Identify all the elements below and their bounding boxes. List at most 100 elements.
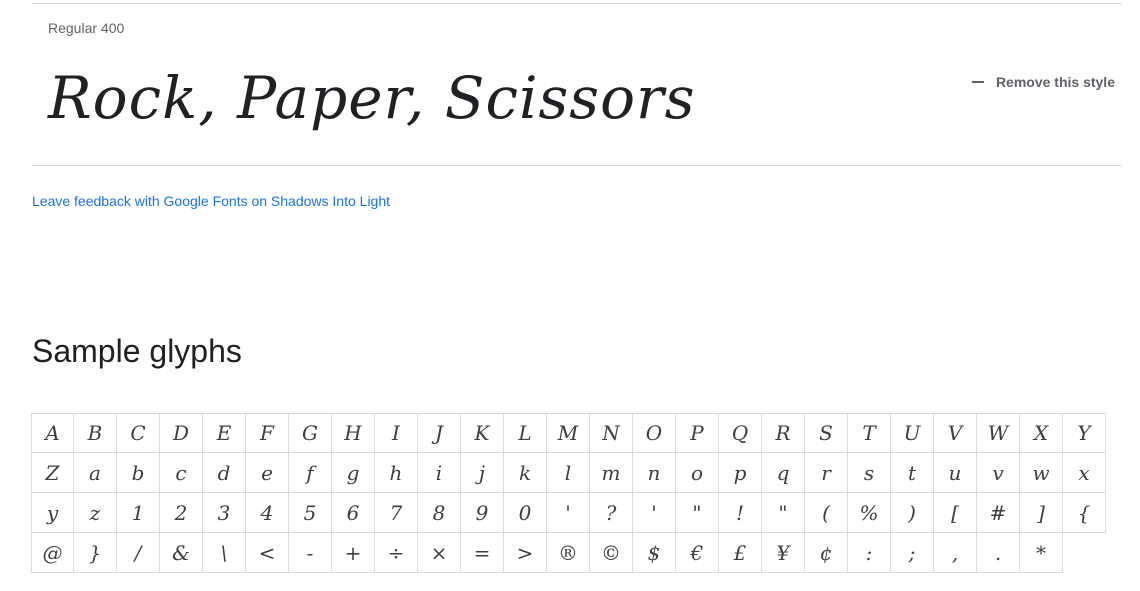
glyph-cell: L: [504, 413, 547, 453]
glyph-cell: %: [848, 493, 891, 533]
glyph-cell: Z: [31, 453, 74, 493]
glyph-cell: [: [934, 493, 977, 533]
glyph-cell: <: [246, 533, 289, 573]
glyph-cell: q: [762, 453, 805, 493]
glyph-cell: 7: [375, 493, 418, 533]
glyph-cell: ': [547, 493, 590, 533]
glyph-cell: €: [676, 533, 719, 573]
glyph-cell: Q: [719, 413, 762, 453]
glyph-cell: $: [633, 533, 676, 573]
glyph-cell: *: [1020, 533, 1063, 573]
glyph-cell: y: [31, 493, 74, 533]
glyph-cell: @: [31, 533, 74, 573]
glyph-cell: r: [805, 453, 848, 493]
glyph-cell: p: [719, 453, 762, 493]
glyph-cell: ]: [1020, 493, 1063, 533]
glyph-cell: ": [676, 493, 719, 533]
glyph-cell: N: [590, 413, 633, 453]
section-divider: [32, 165, 1122, 166]
glyph-cell: v: [977, 453, 1020, 493]
glyph-cell: U: [891, 413, 934, 453]
glyph-cell: H: [332, 413, 375, 453]
glyph-cell: /: [117, 533, 160, 573]
glyph-cell: ©: [590, 533, 633, 573]
glyph-cell: J: [418, 413, 461, 453]
glyph-cell: c: [160, 453, 203, 493]
glyph-cell: 4: [246, 493, 289, 533]
glyph-cell: T: [848, 413, 891, 453]
glyph-cell: W: [977, 413, 1020, 453]
glyph-cell: ×: [418, 533, 461, 573]
glyph-cell: F: [246, 413, 289, 453]
glyph-cell: (: [805, 493, 848, 533]
glyph-cell: g: [332, 453, 375, 493]
glyph-cell: -: [289, 533, 332, 573]
feedback-link[interactable]: Leave feedback with Google Fonts on Shad…: [32, 193, 390, 209]
glyph-cell: +: [332, 533, 375, 573]
glyph-cell: ?: [590, 493, 633, 533]
glyph-cell: l: [547, 453, 590, 493]
minus-icon: [971, 81, 984, 83]
glyph-cell: X: [1020, 413, 1063, 453]
glyph-cell: I: [375, 413, 418, 453]
glyph-cell: S: [805, 413, 848, 453]
glyph-cell: :: [848, 533, 891, 573]
glyph-cell: n: [633, 453, 676, 493]
font-style-page: Regular 400 Rock, Paper, Scissors Remove…: [0, 0, 1140, 591]
glyph-cell: 5: [289, 493, 332, 533]
glyph-cell: ¢: [805, 533, 848, 573]
glyph-cell: w: [1020, 453, 1063, 493]
glyph-cell: z: [74, 493, 117, 533]
glyph-cell: o: [676, 453, 719, 493]
glyph-cell: }: [74, 533, 117, 573]
style-preview-text[interactable]: Rock, Paper, Scissors: [48, 58, 695, 138]
glyph-cell: .: [977, 533, 1020, 573]
glyph-cell: Y: [1063, 413, 1106, 453]
glyph-cell: h: [375, 453, 418, 493]
top-divider: [32, 3, 1122, 4]
glyph-cell: A: [31, 413, 74, 453]
glyph-cell: f: [289, 453, 332, 493]
glyph-cell: u: [934, 453, 977, 493]
glyph-cell: a: [74, 453, 117, 493]
glyph-cell: V: [934, 413, 977, 453]
glyph-cell: 2: [160, 493, 203, 533]
glyph-cell: t: [891, 453, 934, 493]
glyph-cell: £: [719, 533, 762, 573]
glyph-cell: ': [633, 493, 676, 533]
remove-style-button[interactable]: Remove this style: [971, 74, 1115, 90]
glyph-cell: ;: [891, 533, 934, 573]
glyph-cell: {: [1063, 493, 1106, 533]
glyph-cell: ): [891, 493, 934, 533]
glyph-cell: =: [461, 533, 504, 573]
glyph-cell: R: [762, 413, 805, 453]
glyph-cell: C: [117, 413, 160, 453]
glyph-cell: 0: [504, 493, 547, 533]
glyph-cell: M: [547, 413, 590, 453]
glyph-cell: #: [977, 493, 1020, 533]
glyph-cell: ": [762, 493, 805, 533]
glyph-cell: m: [590, 453, 633, 493]
glyph-cell: E: [203, 413, 246, 453]
glyph-cell: s: [848, 453, 891, 493]
style-weight-label: Regular 400: [48, 20, 125, 36]
glyph-cell: B: [74, 413, 117, 453]
glyph-cell: >: [504, 533, 547, 573]
glyph-cell: ÷: [375, 533, 418, 573]
glyph-cell: &: [160, 533, 203, 573]
glyph-cell: G: [289, 413, 332, 453]
glyph-cell: ®: [547, 533, 590, 573]
glyph-cell: x: [1063, 453, 1106, 493]
glyph-cell: b: [117, 453, 160, 493]
glyph-cell: 3: [203, 493, 246, 533]
glyph-cell: K: [461, 413, 504, 453]
glyph-cell: \: [203, 533, 246, 573]
glyph-grid: ABCDEFGHIJKLMNOPQRSTUVWXY Zabcdefghijklmn…: [31, 413, 1106, 573]
sample-glyphs-heading: Sample glyphs: [32, 333, 242, 369]
glyph-cell: j: [461, 453, 504, 493]
glyph-cell: P: [676, 413, 719, 453]
glyph-cell: ¥: [762, 533, 805, 573]
glyph-cell: k: [504, 453, 547, 493]
glyph-cell: 1: [117, 493, 160, 533]
glyph-cell: ,: [934, 533, 977, 573]
